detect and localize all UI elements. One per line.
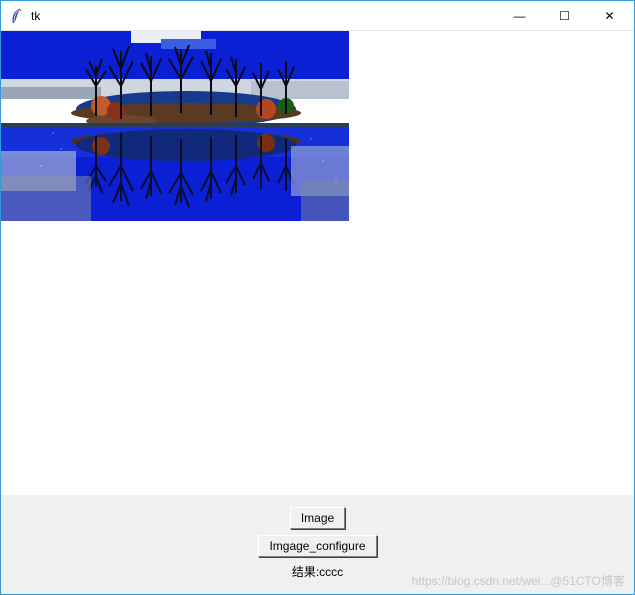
- image-button[interactable]: Image: [290, 507, 345, 529]
- minimize-icon: —: [514, 9, 526, 23]
- close-icon: ✕: [604, 9, 614, 23]
- window-title: tk: [31, 9, 40, 23]
- maximize-icon: ☐: [559, 9, 570, 23]
- image-display: [1, 31, 349, 221]
- close-button[interactable]: ✕: [587, 1, 632, 30]
- image-configure-button[interactable]: Imgage_configure: [258, 535, 376, 557]
- app-window: tk — ☐ ✕: [0, 0, 635, 595]
- tk-feather-icon: [9, 8, 25, 24]
- titlebar[interactable]: tk — ☐ ✕: [1, 1, 634, 31]
- maximize-button[interactable]: ☐: [542, 1, 587, 30]
- result-label: 结果:cccc: [292, 563, 343, 580]
- content-area: [1, 31, 634, 495]
- bottom-panel: Image Imgage_configure 结果:cccc: [1, 495, 634, 594]
- minimize-button[interactable]: —: [497, 1, 542, 30]
